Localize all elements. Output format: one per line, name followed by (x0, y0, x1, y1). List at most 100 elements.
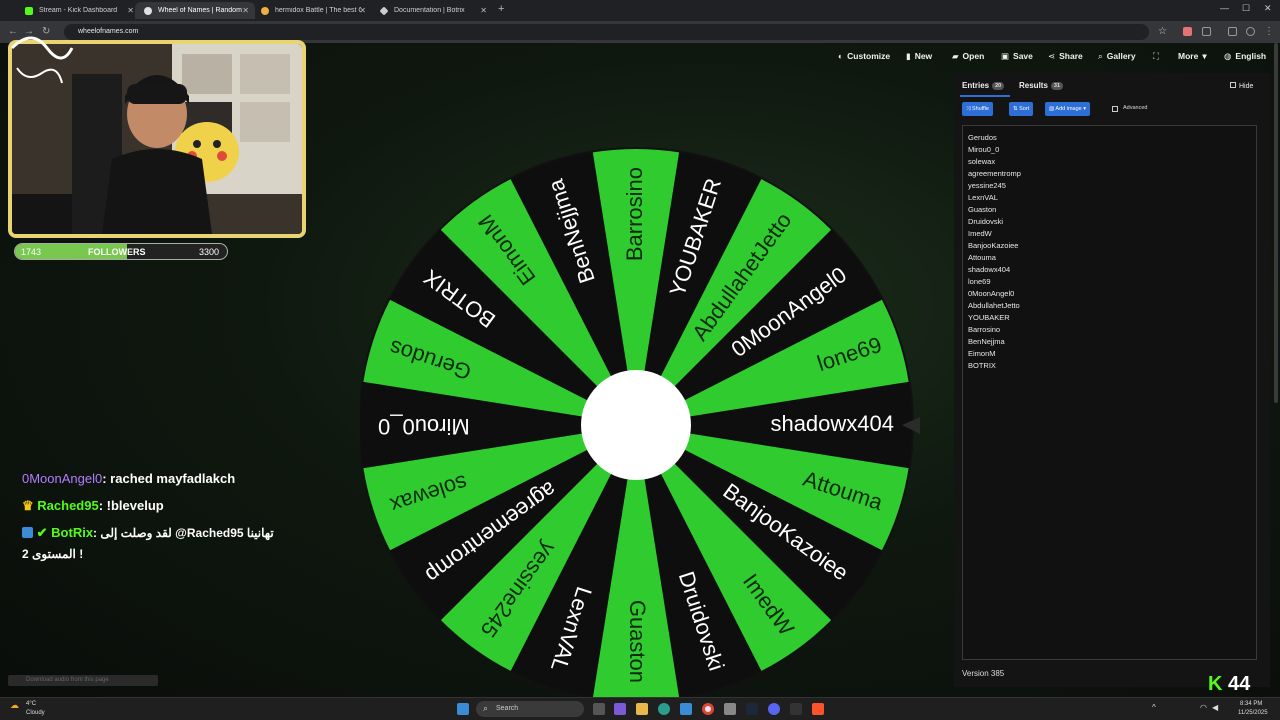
file-icon: ▮ (906, 51, 911, 61)
discord-icon[interactable] (768, 703, 780, 715)
globe-icon: ◍ (1224, 51, 1232, 61)
start-icon[interactable] (457, 703, 469, 715)
entry-item: Guaston (968, 205, 997, 214)
active-tab-indicator (960, 95, 1010, 97)
bookmark-star-icon[interactable]: ☆ (1158, 26, 1167, 37)
hide-checkbox[interactable] (1230, 82, 1236, 88)
share-icon: ⋖ (1048, 51, 1056, 61)
entry-item: Gerudos (968, 133, 997, 142)
close-tab-icon[interactable]: ✕ (127, 6, 134, 15)
weather-desc: Cloudy (26, 710, 45, 716)
entries-panel: Entries 20 Results 31 Hide ⤨ Shuffle ⇅ Sor… (954, 73, 1270, 687)
entry-item: AbdullahetJetto (968, 301, 1020, 310)
chat-message: ♛ Rached95: !blevelup (22, 498, 164, 514)
entry-item: LexnVAL (968, 193, 998, 202)
app-icon[interactable] (724, 703, 736, 715)
save-button[interactable]: ▣ Save (1001, 51, 1033, 62)
steam-icon[interactable] (746, 703, 758, 715)
tab-title: hermidox Battle | The best Chu (275, 7, 361, 14)
battle-favicon-icon (261, 7, 269, 15)
followers-goal-bar: 1743 FOLLOWERS 3300 (14, 243, 228, 260)
entry-item: BOTRIX (968, 361, 996, 370)
task-view-icon[interactable] (593, 703, 605, 715)
new-button[interactable]: ▮ New (906, 51, 932, 62)
wifi-icon[interactable]: ◠ (1200, 703, 1207, 712)
wheel-center-hub[interactable] (581, 370, 691, 480)
entry-item: EimonM (968, 349, 996, 358)
tray-chevron-icon[interactable]: ^ (1152, 703, 1156, 712)
page-scrollbar[interactable] (1274, 43, 1278, 403)
app-icon[interactable] (614, 703, 626, 715)
chat-username: 0MoonAngel0 (22, 471, 103, 486)
open-button[interactable]: ▰ Open (952, 51, 984, 62)
search-icon: ⌕ (483, 703, 489, 713)
new-tab-icon[interactable]: + (498, 3, 504, 15)
version-label: Version 385 (962, 669, 1005, 678)
followers-label: FOLLOWERS (88, 247, 146, 257)
download-audio-hint[interactable]: Download audio from this page (8, 675, 158, 686)
clock-date[interactable]: 11/25/2025 (1238, 710, 1268, 716)
maximize-icon[interactable]: ☐ (1242, 3, 1250, 14)
wheel-slice-label: shadowx404 (770, 411, 894, 436)
extensions-puzzle-icon[interactable] (1202, 27, 1211, 36)
advanced-checkbox[interactable] (1112, 106, 1118, 112)
entry-item: YOUBAKER (968, 313, 1010, 322)
close-tab-icon[interactable]: ✕ (242, 6, 249, 15)
brave-icon[interactable] (812, 703, 824, 715)
tab-kick-dashboard[interactable]: Stream - Kick Dashboard ✕ (16, 2, 140, 19)
edge-icon[interactable] (658, 703, 670, 715)
add-image-button[interactable]: ▧ Add image ▾ (1045, 102, 1091, 116)
chat-username: BotRix (51, 525, 94, 540)
language-button[interactable]: ◍ English (1224, 51, 1266, 62)
gallery-button[interactable]: ⌕ Gallery (1098, 51, 1136, 62)
tab-entries[interactable]: Entries 20 (962, 81, 1005, 90)
wheel-slice-label: Barrosino (622, 167, 647, 261)
store-icon[interactable] (680, 703, 692, 715)
customize-button[interactable]: ◐ Customize (838, 51, 890, 61)
entry-item: ImedW (968, 229, 992, 238)
tab-wheel-of-names[interactable]: Wheel of Names | Random ✕ (135, 2, 255, 19)
entries-count-badge: 20 (992, 82, 1005, 90)
sort-button[interactable]: ⇅ Sort (1009, 102, 1034, 116)
fullscreen-button[interactable]: ⛶ (1153, 51, 1163, 62)
followers-current: 1743 (21, 247, 42, 257)
chrome-icon[interactable] (702, 703, 714, 715)
entry-item: Druidovski (968, 217, 1004, 226)
shuffle-button[interactable]: ⤨ Shuffle (962, 102, 993, 116)
kick-viewer-count: K 44 (1208, 673, 1251, 695)
taskbar-search[interactable]: ⌕ Search (476, 701, 584, 717)
chat-text: : rached mayfadlakch (102, 471, 236, 486)
weather-icon: ☁ (10, 700, 19, 710)
chat-text: : !blevelup (98, 498, 164, 513)
extension-icon[interactable] (1183, 27, 1192, 36)
share-button[interactable]: ⋖ Share (1048, 51, 1083, 62)
wheel-slice-label: Guaston (625, 600, 650, 683)
obs-icon[interactable] (790, 703, 802, 715)
browser-menu-icon[interactable]: ⋮ (1264, 26, 1274, 37)
tab-botrix-docs[interactable]: Documentation | Botrix ✕ (371, 2, 493, 19)
tab-results[interactable]: Results 31 (1019, 81, 1064, 90)
profile-avatar-icon[interactable] (1246, 27, 1255, 36)
tab-hermidox-battle[interactable]: hermidox Battle | The best Chu ✕ (252, 2, 372, 19)
wheel-slice-label: Mirou0_0 (378, 414, 470, 439)
chat-message-continuation: المستوى 2 ! (22, 547, 84, 561)
verified-icon: ✔ (36, 525, 48, 540)
close-window-icon[interactable]: ✕ (1264, 3, 1272, 14)
file-explorer-icon[interactable] (636, 703, 648, 715)
close-tab-icon[interactable]: ✕ (359, 6, 366, 15)
close-tab-icon[interactable]: ✕ (480, 6, 487, 15)
url-field[interactable]: wheelofnames.com (64, 24, 1149, 40)
crown-icon: ♛ (22, 498, 38, 513)
docs-favicon-icon (379, 6, 389, 16)
kick-favicon-icon (25, 7, 33, 15)
clock-time[interactable]: 8:34 PM (1240, 701, 1262, 707)
minimize-icon[interactable]: — (1220, 3, 1229, 13)
entries-textarea[interactable]: Gerudos Mirou0_0 solewax agreementromp yessi… (962, 125, 1257, 660)
hide-toggle[interactable]: Hide (1230, 82, 1253, 90)
more-menu-button[interactable]: More ▾ (1178, 51, 1207, 62)
weather-temp: 4°C (26, 701, 37, 707)
sidebar-icon[interactable] (1228, 27, 1237, 36)
advanced-label: Advanced (1123, 105, 1148, 111)
volume-icon[interactable]: ◀ (1212, 703, 1218, 712)
wheel-of-names[interactable]: shadowx404AttoumaBanjooKazoieeImedWDruid… (360, 143, 920, 708)
